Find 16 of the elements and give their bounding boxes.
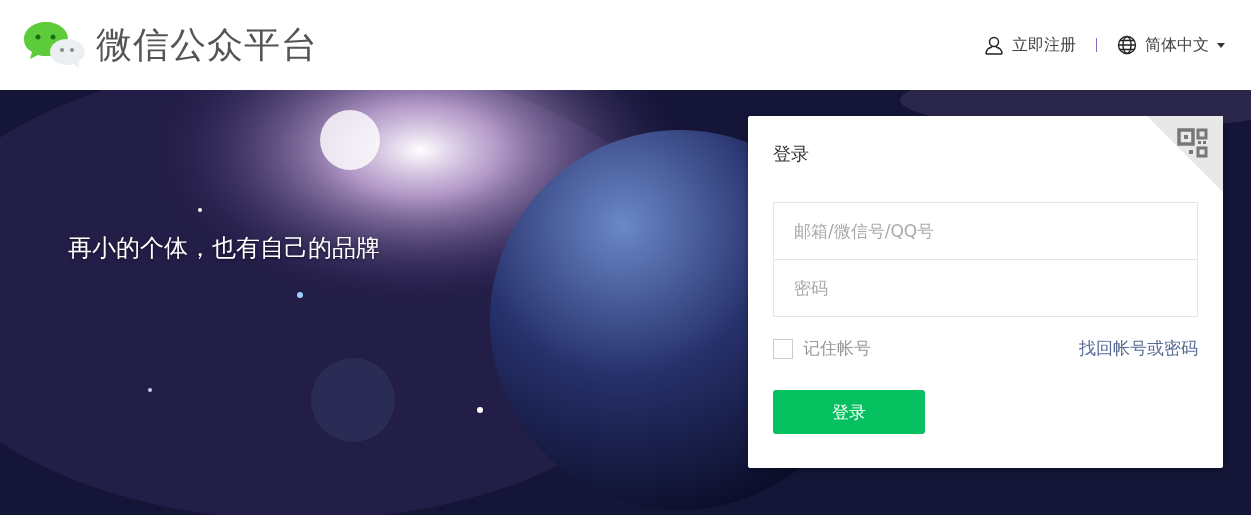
- account-field[interactable]: 邮箱/微信号/QQ号: [773, 202, 1198, 260]
- login-title: 登录: [773, 142, 810, 166]
- remember-checkbox[interactable]: 记住帐号: [773, 337, 871, 360]
- register-link[interactable]: 立即注册: [984, 34, 1076, 56]
- globe-icon: [1117, 35, 1137, 55]
- logo-text: 微信公众平台: [96, 22, 318, 67]
- language-selector[interactable]: 简体中文: [1117, 34, 1225, 56]
- checkbox[interactable]: [773, 338, 793, 359]
- qr-code-icon[interactable]: [1147, 116, 1223, 192]
- remember-label: 记住帐号: [803, 337, 871, 360]
- forgot-link[interactable]: 找回帐号或密码: [1079, 337, 1198, 360]
- logo-icon: [22, 19, 86, 71]
- slogan: 再小的个体，也有自己的品牌: [68, 233, 380, 264]
- caret-icon: [1217, 42, 1225, 48]
- password-field[interactable]: 密码: [773, 259, 1198, 317]
- user-icon: [984, 35, 1004, 55]
